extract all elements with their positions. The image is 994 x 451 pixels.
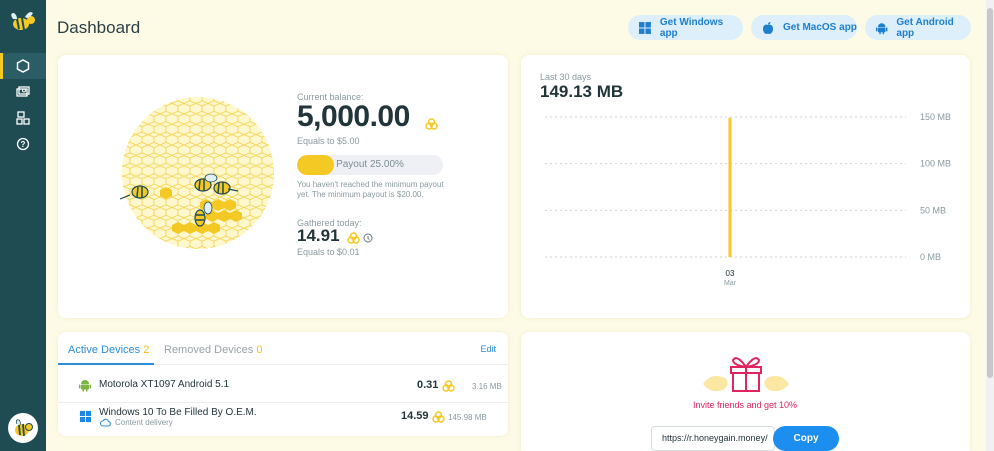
device-row[interactable]: Motorola XT1097 Android 5.1 0.31 3.16 MB	[58, 369, 508, 403]
tab-active-devices[interactable]: Active Devices 2	[68, 344, 149, 356]
people-icon	[16, 111, 30, 125]
apple-icon	[763, 21, 773, 34]
android-icon	[875, 22, 888, 34]
android-icon	[79, 380, 91, 392]
usage-bar[interactable]	[728, 117, 732, 257]
windows-icon	[638, 21, 651, 34]
device-earnings: 14.59	[401, 410, 429, 422]
edit-devices-link[interactable]: Edit	[480, 344, 496, 354]
get-android-app-button[interactable]: Get Android app	[865, 15, 971, 40]
invite-text: Invite friends and get 10%	[692, 400, 798, 410]
balance-equals: Equals to $5.00	[297, 136, 360, 146]
balance-card: Current balance: 5,000.00 Equals to $5.0…	[58, 55, 508, 318]
page-title: Dashboard	[57, 18, 141, 37]
referral-link-field[interactable]: https://r.honeygain.money/	[651, 426, 775, 451]
copy-button[interactable]: Copy	[773, 426, 839, 451]
usage-chart-card: Last 30 days 149.13 MB 0 MB 50 MB 100 MB 15…	[521, 55, 970, 318]
device-row[interactable]: Windows 10 To Be Filled By O.E.M. Conten…	[58, 403, 508, 437]
device-earnings: 0.31	[417, 379, 439, 391]
help-icon: ?	[16, 137, 30, 151]
get-windows-app-label: Get Windows app	[659, 16, 724, 39]
sidebar: ?	[0, 0, 46, 451]
sidebar-item-help[interactable]: ?	[0, 131, 46, 157]
honey-coin-icon	[442, 380, 455, 392]
gathered-today-equals: Equals to $0.01	[297, 247, 360, 257]
bee-avatar-icon	[15, 419, 33, 437]
x-tick-sublabel: Mar	[724, 280, 737, 287]
scrollbar[interactable]	[986, 0, 994, 451]
device-traffic: 3.16 MB	[472, 382, 502, 391]
honeycomb-bees-illustration	[119, 97, 274, 249]
honey-coin-icon	[347, 232, 360, 244]
windows-icon	[79, 410, 92, 423]
device-status: Content delivery	[115, 418, 173, 427]
gathered-today-amount: 14.91	[297, 226, 340, 245]
svg-text:?: ?	[21, 140, 26, 149]
active-devices-count: 2	[143, 344, 150, 356]
payout-progress-label: Payout 25.00%	[336, 159, 404, 170]
removed-devices-count: 0	[256, 344, 263, 356]
info-icon[interactable]	[363, 233, 373, 243]
y-tick-label: 100 MB	[920, 159, 951, 169]
usage-bar-chart: 0 MB 50 MB 100 MB 150 MB 03 Mar	[545, 112, 951, 287]
scrollbar-thumb[interactable]	[987, 8, 993, 378]
y-tick-label: 0 MB	[920, 252, 941, 262]
get-macos-app-label: Get MacOS app	[783, 22, 857, 33]
payout-progress-bar: Payout 25.00%	[297, 155, 443, 175]
tab-removed-devices-label: Removed Devices	[164, 344, 254, 356]
tab-active-devices-label: Active Devices	[68, 344, 141, 356]
hexagon-icon	[16, 59, 30, 73]
get-macos-app-button[interactable]: Get MacOS app	[751, 15, 857, 40]
honey-coin-icon	[425, 118, 438, 130]
tab-removed-devices[interactable]: Removed Devices 0	[164, 344, 262, 356]
x-tick-label: 03	[726, 269, 735, 278]
y-tick-label: 150 MB	[920, 112, 951, 122]
active-tab-indicator	[58, 363, 154, 365]
get-android-app-label: Get Android app	[896, 16, 954, 39]
cloud-icon	[100, 418, 111, 427]
sidebar-item-dashboard[interactable]	[0, 53, 46, 79]
devices-card: Active Devices 2 Removed Devices 0 Edit …	[58, 332, 508, 436]
y-tick-label: 50 MB	[920, 205, 946, 215]
honey-coin-icon	[432, 411, 445, 423]
money-icon	[16, 86, 30, 97]
avatar[interactable]	[8, 413, 38, 443]
payout-note: You haven't reached the minimum payout y…	[297, 180, 444, 199]
device-traffic: 145.98 MB	[448, 413, 487, 422]
device-name: Motorola XT1097 Android 5.1	[99, 379, 230, 390]
sidebar-item-referrals[interactable]	[0, 105, 46, 131]
invite-card: Invite friends and get 10% https://r.hon…	[521, 332, 970, 451]
balance-amount: 5,000.00	[297, 100, 410, 133]
device-name: Windows 10 To Be Filled By O.E.M.	[99, 407, 257, 418]
gift-icon	[703, 357, 789, 392]
sidebar-item-earnings[interactable]	[0, 79, 46, 105]
get-windows-app-button[interactable]: Get Windows app	[628, 15, 743, 40]
honeygain-logo-icon[interactable]	[7, 9, 39, 33]
